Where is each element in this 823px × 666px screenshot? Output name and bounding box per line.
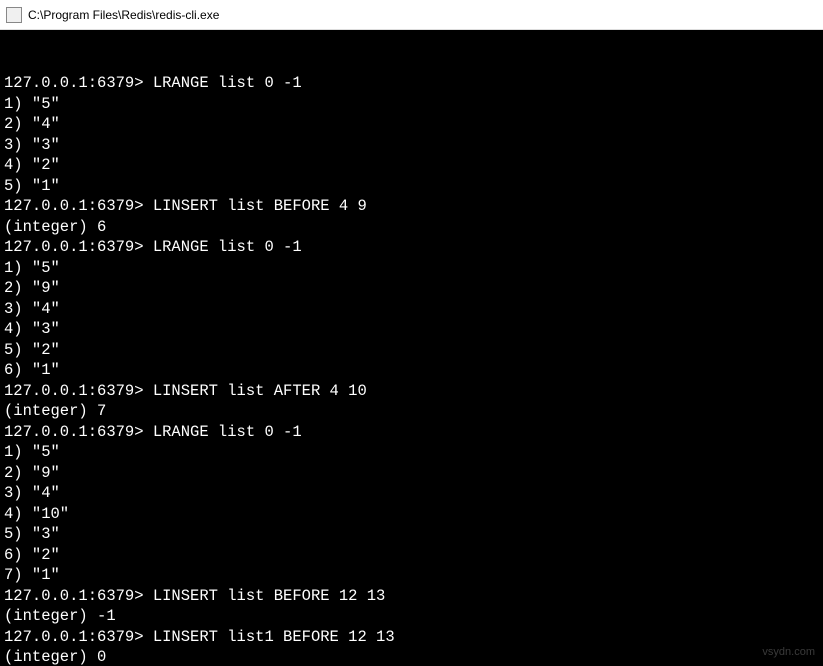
terminal-output-line: 5) "2" bbox=[4, 340, 819, 361]
app-icon bbox=[6, 7, 22, 23]
terminal-output-line: 2) "9" bbox=[4, 463, 819, 484]
terminal-output-line: 7) "1" bbox=[4, 565, 819, 586]
terminal-output-line: 4) "2" bbox=[4, 155, 819, 176]
terminal-output-line: 3) "3" bbox=[4, 135, 819, 156]
terminal-output-line: 3) "4" bbox=[4, 299, 819, 320]
terminal-output-line: (integer) 7 bbox=[4, 401, 819, 422]
terminal-output-line: 2) "4" bbox=[4, 114, 819, 135]
terminal-output-line: 1) "5" bbox=[4, 94, 819, 115]
terminal-command-line: 127.0.0.1:6379> LINSERT list BEFORE 4 9 bbox=[4, 196, 819, 217]
terminal-output-line: 1) "5" bbox=[4, 258, 819, 279]
terminal-output-line: (integer) 6 bbox=[4, 217, 819, 238]
terminal-output-line: 5) "3" bbox=[4, 524, 819, 545]
terminal-output[interactable]: 127.0.0.1:6379> LRANGE list 0 -11) "5"2)… bbox=[0, 30, 823, 666]
terminal-output-line: 2) "9" bbox=[4, 278, 819, 299]
terminal-output-line: (integer) 0 bbox=[4, 647, 819, 666]
terminal-output-line: 5) "1" bbox=[4, 176, 819, 197]
terminal-command-line: 127.0.0.1:6379> LRANGE list 0 -1 bbox=[4, 422, 819, 443]
window-title: C:\Program Files\Redis\redis-cli.exe bbox=[28, 8, 219, 22]
terminal-output-line: 1) "5" bbox=[4, 442, 819, 463]
terminal-output-line: 3) "4" bbox=[4, 483, 819, 504]
terminal-command-line: 127.0.0.1:6379> LINSERT list AFTER 4 10 bbox=[4, 381, 819, 402]
terminal-output-line: (integer) -1 bbox=[4, 606, 819, 627]
window-title-bar: C:\Program Files\Redis\redis-cli.exe bbox=[0, 0, 823, 30]
terminal-output-line: 4) "10" bbox=[4, 504, 819, 525]
terminal-command-line: 127.0.0.1:6379> LRANGE list 0 -1 bbox=[4, 73, 819, 94]
terminal-output-line: 6) "1" bbox=[4, 360, 819, 381]
terminal-output-line: 4) "3" bbox=[4, 319, 819, 340]
terminal-command-line: 127.0.0.1:6379> LRANGE list 0 -1 bbox=[4, 237, 819, 258]
terminal-output-line: 6) "2" bbox=[4, 545, 819, 566]
terminal-command-line: 127.0.0.1:6379> LINSERT list BEFORE 12 1… bbox=[4, 586, 819, 607]
watermark: vsydn.com bbox=[762, 642, 815, 663]
terminal-command-line: 127.0.0.1:6379> LINSERT list1 BEFORE 12 … bbox=[4, 627, 819, 648]
